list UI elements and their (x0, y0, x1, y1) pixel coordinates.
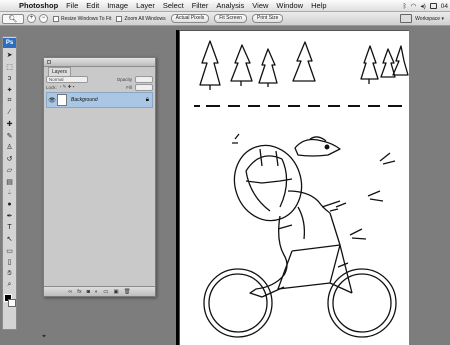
wifi-icon[interactable]: ◠ (411, 2, 417, 10)
layers-panel: Layers Normal Opacity Lock: ▫ ✎ ✚ ▪ Fill… (43, 57, 156, 297)
opacity-label: Opacity (116, 76, 132, 82)
menu-bar: Photoshop File Edit Image Layer Select F… (0, 0, 450, 12)
pen-icon[interactable]: ✒ (4, 211, 16, 221)
fit-screen-button[interactable]: Fit Screen (214, 14, 248, 23)
zoom-all-windows-checkbox[interactable]: Zoom All Windows (116, 15, 166, 22)
layer-name[interactable]: Background (71, 97, 98, 103)
zoom-out-button[interactable]: − (39, 14, 48, 23)
menu-extras: ᛒ ◠ ◂) 04 (403, 0, 448, 12)
zoom-tool-icon: 🔍︎ (8, 15, 18, 23)
layer-thumbnail (57, 94, 67, 106)
pointer-cursor-icon: ⌖ (42, 333, 46, 340)
layer-mask-icon[interactable]: ◙ (87, 289, 90, 295)
menu-app-photoshop[interactable]: Photoshop (15, 0, 62, 12)
notes-icon[interactable]: ▯ (4, 257, 16, 267)
clock-text[interactable]: 04 (441, 3, 448, 10)
lock-label: Lock: (46, 84, 57, 90)
menu-window[interactable]: Window (272, 0, 307, 12)
opacity-field[interactable] (135, 75, 153, 83)
menu-filter[interactable]: Filter (188, 0, 213, 12)
bluetooth-icon[interactable]: ᛒ (403, 3, 407, 10)
type-icon[interactable]: T (4, 223, 16, 233)
workspace-menu[interactable]: Workspace ▾ (415, 16, 444, 22)
ps-logo[interactable]: Ps (3, 38, 16, 48)
menu-image[interactable]: Image (103, 0, 132, 12)
panel-title-bar[interactable] (44, 58, 155, 67)
menu-file[interactable]: File (62, 0, 82, 12)
magic-wand-icon[interactable]: ✦ (4, 85, 16, 95)
blend-mode-select[interactable]: Normal (46, 75, 88, 83)
background-color[interactable] (7, 299, 16, 307)
zoom-in-button[interactable]: + (27, 14, 36, 23)
menu-layer[interactable]: Layer (132, 0, 159, 12)
trash-icon[interactable]: 🗑︎ (124, 289, 131, 295)
adjustment-layer-icon[interactable]: ◐ (95, 289, 98, 295)
volume-icon[interactable]: ◂) (420, 2, 425, 10)
resize-windows-checkbox[interactable]: Resize Windows To Fit (53, 15, 112, 22)
blur-icon[interactable]: 💧︎ (4, 188, 16, 198)
fill-label: Fill (126, 84, 132, 90)
checkbox-icon (53, 15, 59, 22)
hand-icon[interactable]: ✋︎ (4, 269, 16, 279)
print-size-button[interactable]: Print Size (252, 14, 284, 23)
layer-style-icon[interactable]: fx (77, 289, 81, 295)
move-icon[interactable]: ➤ (4, 50, 16, 60)
history-brush-icon[interactable]: ↺ (4, 154, 16, 164)
tools-panel: Ps ➤ ⬚ ↄ ✦ ⌗ ⁄ ✚ ✎ ♙ ↺ ▱ ▤ 💧︎ ● ✒ T ↖ ▭ … (2, 36, 17, 330)
tool-preset-picker[interactable]: 🔍︎ (2, 13, 24, 24)
checkbox-icon (116, 15, 123, 22)
gradient-icon[interactable]: ▤ (4, 177, 16, 187)
menu-help[interactable]: Help (307, 0, 330, 12)
menu-edit[interactable]: Edit (82, 0, 103, 12)
close-icon[interactable] (47, 60, 51, 64)
zoom-icon[interactable]: ⌕ (4, 280, 16, 290)
battery-icon[interactable] (429, 3, 437, 9)
menu-select[interactable]: Select (159, 0, 188, 12)
lasso-icon[interactable]: ↄ (4, 73, 16, 83)
dodge-icon[interactable]: ● (4, 200, 16, 210)
new-group-icon[interactable]: ▭ (103, 289, 108, 295)
eye-icon[interactable]: 👁︎ (47, 97, 57, 104)
path-select-icon[interactable]: ↖ (4, 234, 16, 244)
lock-icons[interactable]: ▫ ✎ ✚ ▪ (60, 84, 74, 90)
layers-footer: ∞ fx ◙ ◐ ▭ ▣ 🗑︎ (44, 286, 155, 296)
fill-field[interactable] (135, 83, 153, 91)
options-bar: 🔍︎ + − Resize Windows To Fit Zoom All Wi… (0, 12, 450, 26)
healing-icon[interactable]: ✚ (4, 119, 16, 129)
stamp-icon[interactable]: ♙ (4, 142, 16, 152)
link-layers-icon[interactable]: ∞ (68, 289, 72, 295)
lock-fill-row: Lock: ▫ ✎ ✚ ▪ Fill (46, 83, 153, 91)
lock-icon: 🔒︎ (145, 96, 149, 103)
blend-opacity-row: Normal Opacity (46, 75, 153, 83)
eyedropper-icon[interactable]: ⁄ (4, 108, 16, 118)
workspace-icon[interactable] (400, 14, 413, 23)
menu-view[interactable]: View (248, 0, 272, 12)
eraser-icon[interactable]: ▱ (4, 165, 16, 175)
new-layer-icon[interactable]: ▣ (113, 289, 118, 295)
marquee-icon[interactable]: ⬚ (4, 62, 16, 72)
line-drawing (194, 40, 409, 338)
menu-analysis[interactable]: Analysis (212, 0, 248, 12)
crop-icon[interactable]: ⌗ (4, 96, 16, 106)
document-canvas[interactable] (179, 30, 409, 345)
shape-icon[interactable]: ▭ (4, 246, 16, 256)
resize-windows-label: Resize Windows To Fit (61, 15, 112, 22)
color-swatches[interactable] (3, 294, 16, 310)
layer-row-background[interactable]: 👁︎ Background 🔒︎ (46, 92, 153, 108)
actual-pixels-button[interactable]: Actual Pixels (170, 14, 210, 23)
brush-icon[interactable]: ✎ (4, 131, 16, 141)
zoom-all-windows-label: Zoom All Windows (124, 15, 166, 22)
workspace-area: Workspace ▾ (400, 14, 444, 23)
